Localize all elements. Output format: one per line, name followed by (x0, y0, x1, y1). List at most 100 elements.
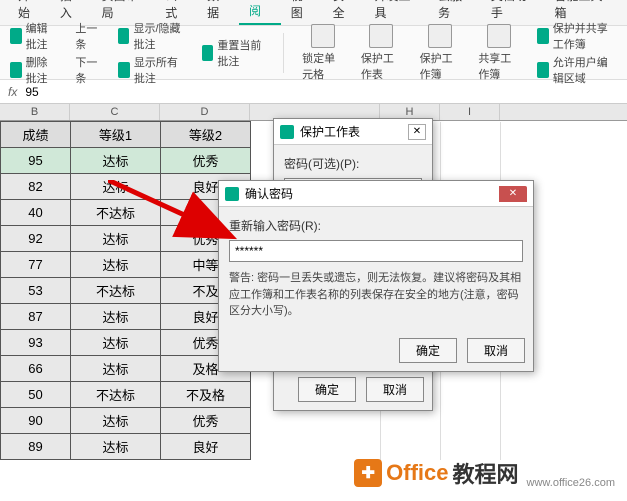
table-row[interactable]: 89达标良好 (1, 434, 251, 460)
ok-button[interactable]: 确定 (399, 338, 457, 363)
cell[interactable]: 87 (1, 304, 71, 330)
formula-input[interactable] (25, 85, 619, 99)
cell[interactable]: 达标 (71, 304, 161, 330)
tab-cloud[interactable]: 云服务 (428, 0, 481, 25)
cell[interactable]: 93 (1, 330, 71, 356)
warning-text: 警告: 密码一旦丢失或遗忘，则无法恢复。建议将密码及其相应工作簿和工作表名称的列… (229, 270, 523, 320)
cell[interactable]: 达标 (71, 330, 161, 356)
table-row[interactable]: 53不达标不及 (1, 278, 251, 304)
cell[interactable]: 89 (1, 434, 71, 460)
prev-button[interactable]: 上一条 (75, 20, 99, 52)
tab-data[interactable]: 数据 (197, 0, 239, 25)
cell[interactable]: 达标 (71, 174, 161, 200)
col-header-b[interactable]: B (0, 104, 70, 120)
col-header-c[interactable]: C (70, 104, 160, 120)
tab-view[interactable]: 视图 (281, 0, 323, 25)
table-row[interactable]: 87达标良好 (1, 304, 251, 330)
cancel-button[interactable]: 取消 (467, 338, 525, 363)
tab-review[interactable]: 审阅 (239, 0, 281, 25)
dialog-title-text: 确认密码 (245, 185, 293, 202)
next-button[interactable]: 下一条 (75, 54, 99, 86)
col-header-i[interactable]: I (440, 104, 500, 120)
col-header-d[interactable]: D (160, 104, 250, 120)
lock-cell-button[interactable]: 锁定单元格 (302, 24, 343, 82)
cell[interactable]: 92 (1, 226, 71, 252)
reset-group: 重置当前批注 (202, 37, 266, 69)
cell[interactable]: 不及格 (161, 382, 251, 408)
table-row[interactable]: 92达标优秀 (1, 226, 251, 252)
reset-icon (202, 45, 214, 61)
tab-security[interactable]: 安全 (323, 0, 365, 25)
table-row[interactable]: 90达标优秀 (1, 408, 251, 434)
header-score[interactable]: 成绩 (1, 122, 71, 148)
fx-label: fx (8, 85, 17, 99)
data-table[interactable]: 成绩 等级1 等级2 95达标优秀82达标良好40不达标92达标优秀77达标中等… (0, 121, 251, 460)
cell[interactable]: 66 (1, 356, 71, 382)
edit-comment-icon (10, 28, 22, 44)
ribbon-toolbar: 编辑批注 删除批注 上一条 下一条 显示/隐藏批注 显示所有批注 重置当前批注 … (0, 26, 627, 80)
table-row[interactable]: 77达标中等 (1, 252, 251, 278)
protect-sheet-button[interactable]: 保护工作表 (361, 24, 402, 82)
confirm-password-input[interactable] (229, 240, 523, 262)
cell[interactable]: 不达标 (71, 382, 161, 408)
cell[interactable]: 达标 (71, 408, 161, 434)
delete-comment-button[interactable]: 删除批注 (26, 54, 58, 86)
cell[interactable]: 达标 (71, 434, 161, 460)
cell[interactable]: 77 (1, 252, 71, 278)
cell[interactable]: 优秀 (161, 148, 251, 174)
table-row[interactable]: 40不达标 (1, 200, 251, 226)
cell[interactable]: 不达标 (71, 200, 161, 226)
edit-comment-button[interactable]: 编辑批注 (26, 20, 58, 52)
table-row[interactable]: 82达标良好 (1, 174, 251, 200)
app-icon (225, 187, 239, 201)
cell[interactable]: 40 (1, 200, 71, 226)
protect-share-button[interactable]: 保护并共享工作簿 (553, 20, 617, 52)
protect-extra-group: 保护并共享工作簿 允许用户编辑区域 (537, 20, 617, 86)
cell[interactable]: 82 (1, 174, 71, 200)
comment-group: 编辑批注 删除批注 (10, 20, 57, 86)
show-hide-button[interactable]: 显示/隐藏批注 (133, 20, 183, 52)
cell[interactable]: 达标 (71, 252, 161, 278)
app-icon (280, 125, 294, 139)
cell[interactable]: 95 (1, 148, 71, 174)
show-all-button[interactable]: 显示所有批注 (134, 54, 184, 86)
ok-button[interactable]: 确定 (298, 377, 356, 402)
cell[interactable]: 良好 (161, 434, 251, 460)
table-row[interactable]: 66达标及格 (1, 356, 251, 382)
dialog-body: 重新输入密码(R): 警告: 密码一旦丢失或遗忘，则无法恢复。建议将密码及其相应… (219, 207, 533, 330)
separator (283, 33, 284, 73)
delete-comment-icon (10, 62, 22, 78)
cell[interactable]: 达标 (71, 356, 161, 382)
cancel-button[interactable]: 取消 (366, 377, 424, 402)
header-level2[interactable]: 等级2 (161, 122, 251, 148)
tab-dev[interactable]: 开发工具 (364, 0, 428, 25)
cell[interactable]: 90 (1, 408, 71, 434)
cell[interactable]: 不达标 (71, 278, 161, 304)
dialog-buttons: 确定 取消 (219, 330, 533, 371)
header-level1[interactable]: 等级1 (71, 122, 161, 148)
cell[interactable]: 53 (1, 278, 71, 304)
close-icon[interactable]: ✕ (499, 186, 527, 202)
table-row[interactable]: 95达标优秀 (1, 148, 251, 174)
cell[interactable]: 达标 (71, 226, 161, 252)
dialog-titlebar[interactable]: 保护工作表 ✕ (274, 119, 432, 145)
cell[interactable]: 优秀 (161, 408, 251, 434)
cell[interactable]: 达标 (71, 148, 161, 174)
dialog-buttons: 确定 取消 (274, 369, 432, 410)
share-icon (487, 24, 511, 48)
share-book-button[interactable]: 共享工作簿 (478, 24, 519, 82)
table-row[interactable]: 50不达标不及格 (1, 382, 251, 408)
tab-dochelper[interactable]: 文档助手 (481, 0, 545, 25)
formula-bar: fx (0, 80, 627, 104)
lock-icon (311, 24, 335, 48)
protect-book-button[interactable]: 保护工作簿 (420, 24, 461, 82)
reset-button[interactable]: 重置当前批注 (217, 37, 265, 69)
dialog-titlebar[interactable]: 确认密码 ✕ (219, 181, 533, 207)
book-icon (428, 24, 452, 48)
table-row[interactable]: 93达标优秀 (1, 330, 251, 356)
watermark-text1: Office (386, 460, 448, 486)
allow-edit-button[interactable]: 允许用户编辑区域 (553, 54, 617, 86)
cell[interactable]: 50 (1, 382, 71, 408)
close-icon[interactable]: ✕ (408, 124, 426, 140)
toggle-comment-icon (118, 28, 130, 44)
